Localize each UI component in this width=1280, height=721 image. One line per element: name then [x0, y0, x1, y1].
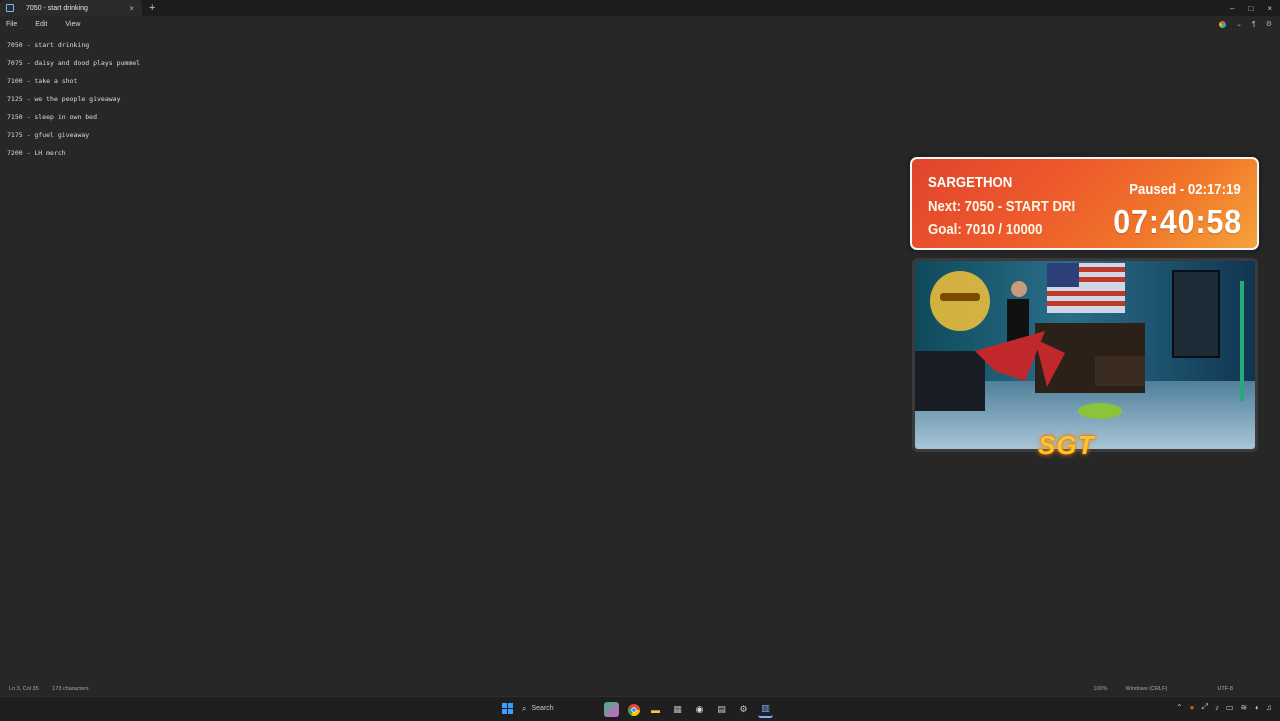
calculator-icon[interactable]: ▦ [670, 702, 685, 717]
text-line[interactable]: 7150 - sleep in own bed [7, 108, 807, 126]
overlay-paused-time: Paused - 02:17:19 [1129, 181, 1241, 198]
search-label: Search [531, 705, 554, 712]
window-controls: – □ × [1230, 0, 1272, 16]
subathon-timer-overlay: SARGETHON Next: 7050 - START DRI Goal: 7… [910, 157, 1259, 250]
status-bar: Ln 3, Col 35 173 characters 100% Windows… [0, 683, 1280, 695]
wifi-icon[interactable]: ≋ [1240, 703, 1247, 712]
tab-title: 7050 - start drinking [26, 4, 88, 12]
search-icon: ⌕ [522, 703, 527, 713]
text-line[interactable]: 7200 - LH merch [7, 144, 807, 162]
taskbar-search[interactable]: ⌕ Search [522, 701, 602, 716]
sgt-logo: SGT [1038, 430, 1095, 460]
tab-close-icon[interactable]: × [129, 4, 134, 13]
menu-view[interactable]: View [65, 21, 80, 28]
app-tray-icon[interactable]: ● [1190, 703, 1195, 712]
notification-bell-icon[interactable]: ♫ [1266, 703, 1272, 712]
menu-right-tools: ⌄ ¶ ⚙ [1219, 16, 1272, 32]
zoom-level[interactable]: 100% [1093, 686, 1125, 692]
close-icon[interactable]: × [1267, 4, 1272, 13]
taskbar: ⌕ Search ▬ ▦ ◉ ▤ ⚙ ▥ ⌃ ● ⤢ ♪ ▭ ≋ ◖ ♫ [0, 696, 1280, 721]
text-line[interactable]: 7175 - gfuel giveaway [7, 126, 807, 144]
system-tray: ⌃ ● ⤢ ♪ ▭ ≋ ◖ ♫ [1176, 702, 1272, 712]
chrome-icon[interactable] [626, 702, 641, 717]
microphone-icon[interactable]: ♪ [1215, 703, 1219, 712]
overlay-next-goal: Next: 7050 - START DRI [928, 198, 1076, 215]
webcam-scene [915, 261, 1255, 449]
start-button[interactable] [502, 703, 513, 714]
notes-icon[interactable]: ▤ [714, 702, 729, 717]
notepad-icon[interactable]: ▥ [758, 701, 773, 718]
text-line[interactable]: 7100 - take a shot [7, 72, 807, 90]
cursor-position: Ln 3, Col 35 [9, 686, 39, 692]
overlay-goal-progress: Goal: 7010 / 10000 [928, 221, 1043, 238]
formatting-icon[interactable]: ¶ [1252, 21, 1256, 28]
copilot-icon[interactable] [1219, 20, 1227, 28]
text-line[interactable]: 7050 - start drinking [7, 36, 807, 54]
menu-edit[interactable]: Edit [35, 21, 47, 28]
notepad-icon [6, 4, 14, 12]
maximize-icon[interactable]: □ [1248, 4, 1253, 13]
text-line[interactable]: 7125 - we the people giveaway [7, 90, 807, 108]
obs-icon[interactable]: ◉ [692, 702, 707, 717]
new-tab-button[interactable]: + [149, 0, 155, 16]
webcam-feed [912, 258, 1258, 452]
title-bar: 7050 - start drinking × + – □ × [0, 0, 1280, 16]
taskbar-apps: ▬ ▦ ◉ ▤ ⚙ ▥ [604, 701, 773, 718]
overlay-title: SARGETHON [928, 174, 1013, 191]
character-count: 173 characters [52, 686, 89, 692]
chevron-down-icon[interactable]: ⌄ [1236, 20, 1242, 28]
volume-icon[interactable]: ◖ [1254, 703, 1259, 712]
overlay-countdown: 07:40:58 [1113, 203, 1242, 240]
line-ending[interactable]: Windows (CRLF) [1125, 686, 1217, 692]
display-icon[interactable]: ▭ [1226, 703, 1234, 712]
settings-icon[interactable]: ⚙ [736, 702, 751, 717]
encoding[interactable]: UTF-8 [1217, 686, 1233, 692]
text-line[interactable]: 7075 - daisy and dood plays pummel [7, 54, 807, 72]
network-tray-icon[interactable]: ⤢ [1201, 702, 1207, 712]
minimize-icon[interactable]: – [1230, 4, 1234, 13]
copilot-icon[interactable] [604, 702, 619, 717]
text-editor[interactable]: 7050 - start drinking 7075 - daisy and d… [7, 36, 807, 162]
chevron-up-icon[interactable]: ⌃ [1176, 703, 1183, 712]
menu-bar: File Edit View [0, 16, 1280, 32]
file-explorer-icon[interactable]: ▬ [648, 702, 663, 717]
menu-file[interactable]: File [6, 21, 17, 28]
gear-icon[interactable]: ⚙ [1266, 20, 1272, 28]
tab-active[interactable]: 7050 - start drinking × [0, 0, 142, 16]
